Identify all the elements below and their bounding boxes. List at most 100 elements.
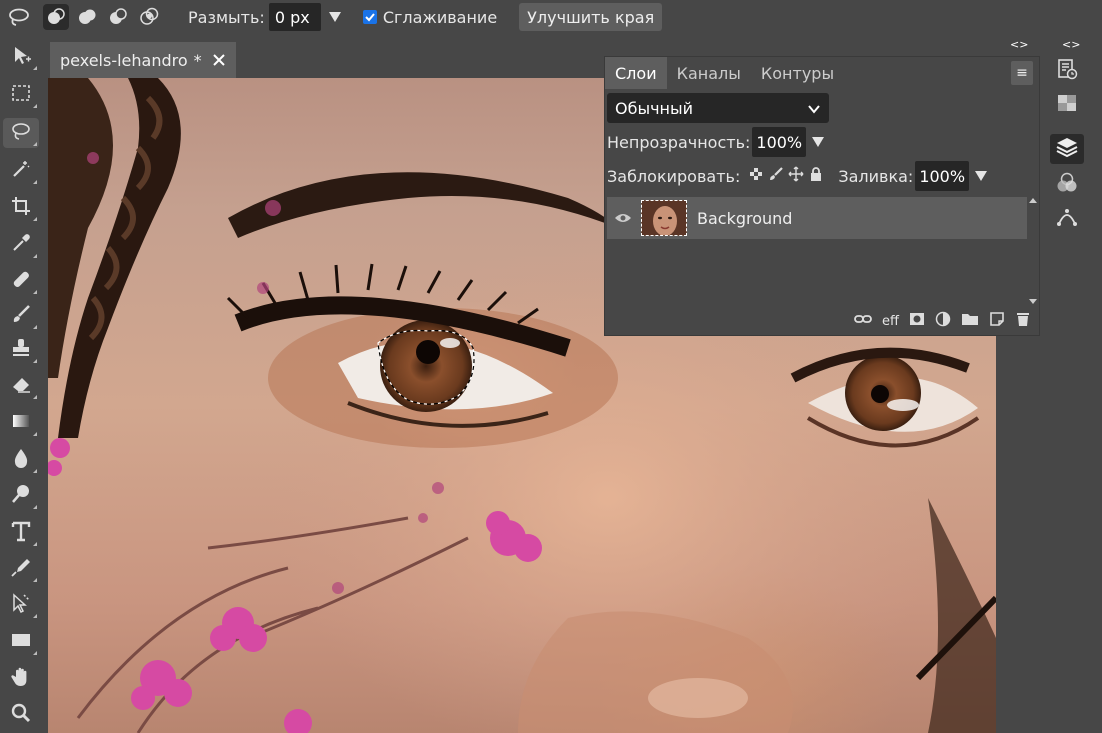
collapse-panel-right-toggle[interactable]: <> [1062,38,1080,51]
swatches-panel-button[interactable] [1050,90,1084,120]
layers-scrollbar[interactable] [1027,197,1039,305]
layer-row[interactable]: Background [607,197,1029,239]
type-tool[interactable] [3,518,39,548]
fill-input[interactable]: 100% [915,161,970,191]
new-selection-mode-icon[interactable] [43,4,69,30]
channels-panel-button[interactable] [1050,170,1084,200]
marquee-icon [10,82,32,108]
lock-pixels-icon[interactable] [768,166,784,186]
eraser-icon [10,373,32,399]
blur-tool[interactable] [3,445,39,475]
brush-icon [10,303,32,329]
zoom-icon [10,702,32,728]
gradient-tool[interactable] [3,408,39,438]
healing-tool[interactable] [3,266,39,296]
document-tab[interactable]: pexels-lehandro * [50,42,236,78]
feather-label: Размыть: [188,7,265,27]
eyedropper-icon [10,232,32,258]
right-icon-column: <> <> [1010,38,1102,733]
layers-icon [1056,136,1078,162]
lasso-icon [10,120,32,146]
new-group-icon[interactable] [961,312,979,330]
dodge-icon [10,483,32,509]
eyedropper-tool[interactable] [3,230,39,260]
feather-dropdown-icon[interactable] [328,12,341,22]
tab-layers[interactable]: Слои [605,57,667,89]
blur-icon [10,447,32,473]
stamp-icon [10,337,32,363]
crop-icon [10,195,32,221]
fill-dropdown-icon[interactable] [975,171,988,181]
layers-panel-button[interactable] [1050,134,1084,164]
history-panel-button[interactable] [1050,56,1084,86]
antialias-label: Сглаживание [382,7,498,27]
layer-name: Background [697,208,793,228]
opacity-label: Непрозрачность: [607,132,751,152]
document-title: pexels-lehandro [60,50,188,70]
lasso-tool[interactable] [3,118,39,148]
blend-mode-value: Обычный [615,98,694,118]
path-select-tool[interactable] [3,590,39,620]
lock-position-icon[interactable] [788,166,804,186]
opacity-row: Непрозрачность: 100% [607,127,825,157]
feather-input[interactable]: 0 px [268,3,321,31]
crop-tool[interactable] [3,193,39,223]
intersect-selection-mode-icon[interactable] [136,4,162,30]
history-icon [1056,58,1078,84]
subtract-selection-mode-icon[interactable] [105,4,131,30]
layers-panel-tabs: Слои Каналы Контуры ≡ [605,57,1039,89]
effects-button[interactable]: eff [882,314,899,329]
chevron-down-icon [807,101,821,120]
magic-wand-icon [10,158,32,184]
paths-panel-button[interactable] [1050,204,1084,234]
swatches-icon [1056,92,1078,118]
layers-panel: Слои Каналы Контуры ≡ Обычный Непрозрачн… [604,56,1040,336]
close-tab-icon[interactable] [208,49,230,71]
refine-edge-button[interactable]: Улучшить края [519,3,663,31]
lock-all-icon[interactable] [808,166,824,186]
delete-layer-icon[interactable] [1015,311,1031,331]
tab-paths[interactable]: Контуры [751,57,844,89]
opacity-dropdown-icon[interactable] [812,137,825,147]
hand-tool[interactable] [3,664,39,694]
magic-wand-tool[interactable] [3,156,39,186]
layers-list: Background [607,197,1029,305]
brush-tool[interactable] [3,301,39,331]
move-tool[interactable] [3,42,39,72]
tools-panel [0,38,44,733]
lock-label: Заблокировать: [607,166,741,186]
shape-tool[interactable] [3,627,39,657]
options-bar: Размыть: 0 px Сглаживание Улучшить края [0,0,1102,34]
layer-mask-icon[interactable] [909,312,925,330]
zoom-tool[interactable] [3,700,39,730]
channels-icon [1056,172,1078,198]
panel-menu-icon[interactable]: ≡ [1011,61,1033,85]
pen-tool[interactable] [3,554,39,584]
eye-icon[interactable] [607,212,639,224]
collapse-panel-left-toggle[interactable]: <> [1010,38,1028,51]
adjustment-layer-icon[interactable] [935,311,951,331]
opacity-input[interactable]: 100% [752,127,807,157]
type-icon [10,520,32,546]
path-select-icon [10,592,32,618]
add-selection-mode-icon[interactable] [74,4,100,30]
marquee-tool[interactable] [3,80,39,110]
tab-channels[interactable]: Каналы [667,57,751,89]
gradient-icon [10,410,32,436]
eraser-tool[interactable] [3,371,39,401]
lock-transparency-icon[interactable] [748,166,764,186]
move-icon [10,44,32,70]
lasso-options-icon[interactable] [0,0,38,34]
lock-fill-row: Заблокировать: Заливка: 100% [607,161,988,191]
layers-bottom-bar: eff [605,307,1039,335]
new-layer-icon[interactable] [989,311,1005,331]
fill-label: Заливка: [838,166,914,186]
antialias-checkbox[interactable] [362,10,377,24]
stamp-tool[interactable] [3,335,39,365]
blend-mode-select[interactable]: Обычный [607,93,829,123]
dodge-tool[interactable] [3,481,39,511]
modified-marker: * [193,50,202,70]
shape-icon [10,629,32,655]
link-layers-icon[interactable] [854,313,872,329]
hand-icon [10,666,32,692]
